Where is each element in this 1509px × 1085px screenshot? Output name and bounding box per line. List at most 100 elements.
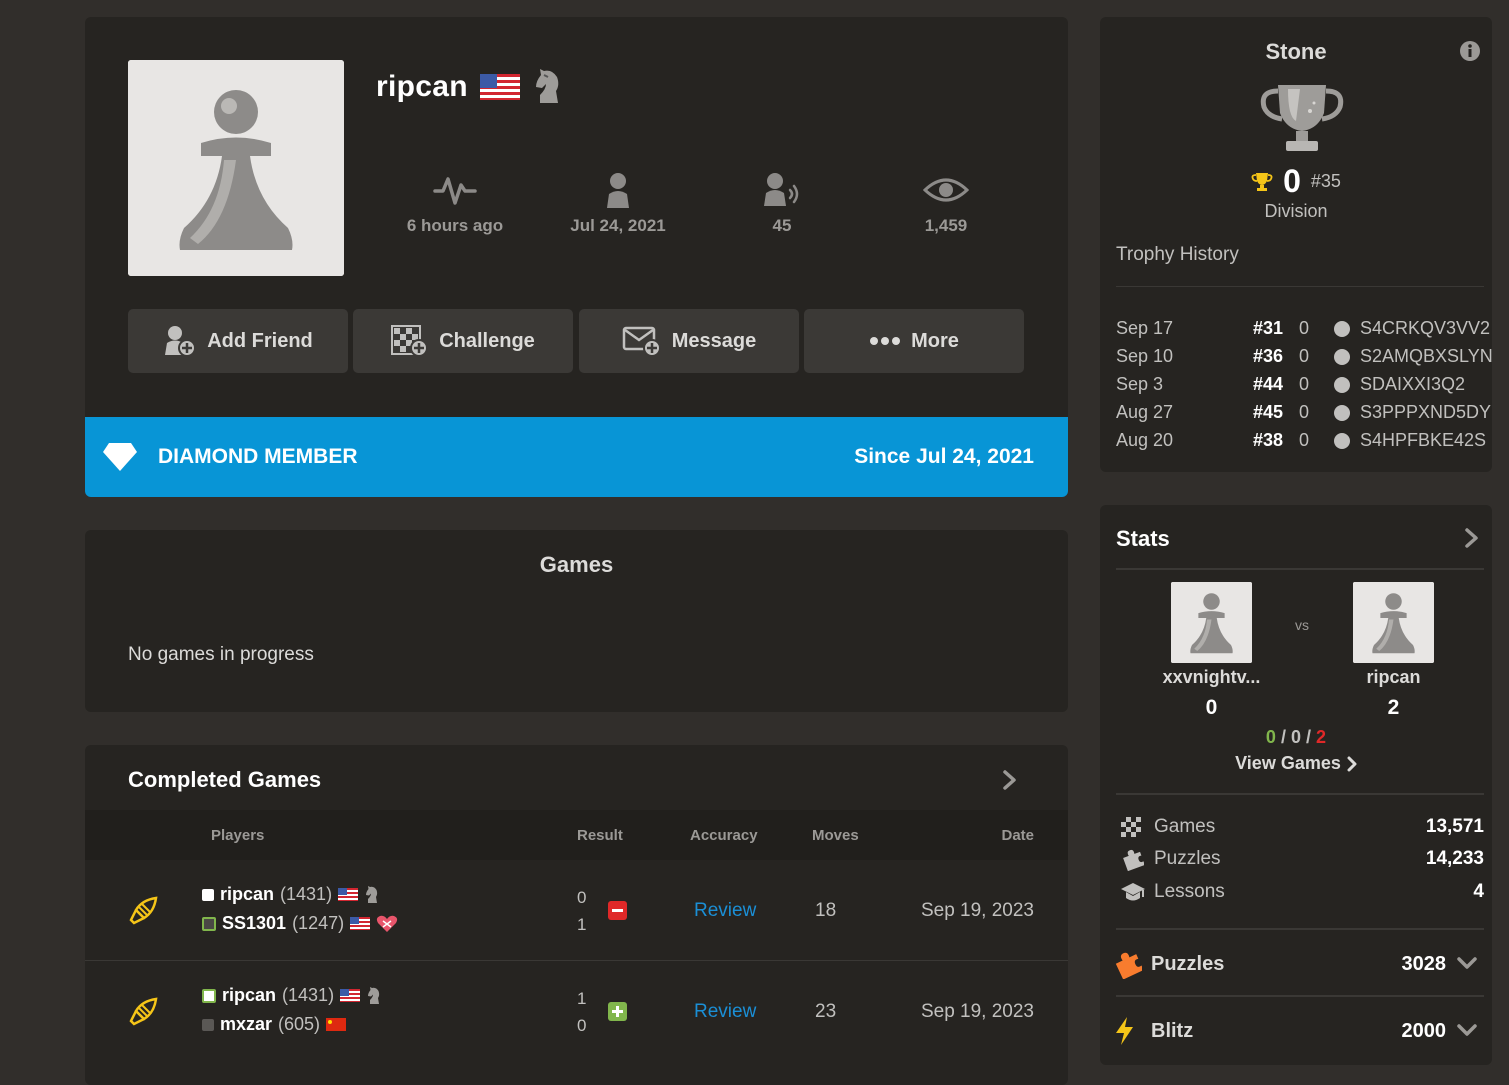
lessons-icon [1120, 881, 1148, 903]
history-rank: #44 [1253, 374, 1284, 394]
chevron-right-icon[interactable] [1002, 769, 1018, 791]
blitz-icon [1112, 1016, 1142, 1046]
activity-icon [385, 172, 525, 208]
add-friend-button[interactable]: Add Friend [128, 309, 348, 373]
opponent-name[interactable]: xxvnightv... [1141, 667, 1282, 688]
vs-label: vs [1295, 617, 1309, 633]
stats-title[interactable]: Stats [1116, 526, 1170, 552]
h2h-record: 0 / 0 / 2 [1100, 727, 1492, 748]
trophy-icon [1251, 172, 1273, 192]
info-icon[interactable] [1460, 41, 1480, 61]
rating-row-puzzles[interactable]: Puzzles 3028 [1112, 946, 1484, 982]
membership-since: Since Jul 24, 2021 [854, 445, 1034, 468]
stone-trophy-icon [1258, 81, 1346, 155]
player-name[interactable]: SS1301 [222, 913, 286, 934]
table-row[interactable]: ripcan (1431) SS1301 (1247) 0 1 Review 1… [85, 860, 1068, 961]
chevron-down-icon[interactable] [1456, 1023, 1478, 1037]
player-name[interactable]: ripcan [222, 985, 276, 1006]
league-panel: Stone 0 #35 Division Trophy History Sep … [1100, 17, 1493, 472]
stat-value: 13,571 [1425, 816, 1484, 837]
stat-value: 1,459 [924, 216, 968, 235]
h2h-losses: 2 [1316, 727, 1327, 747]
us-flag-icon [350, 917, 371, 930]
black-player[interactable]: SS1301 (1247) [202, 913, 398, 934]
us-flag-icon [338, 888, 359, 901]
player-rating: (1431) [280, 884, 333, 904]
black-piece-icon [202, 1018, 214, 1031]
challenge-button[interactable]: Challenge [353, 309, 573, 373]
review-link[interactable]: Review [694, 1001, 756, 1023]
profile-avatar[interactable] [128, 60, 344, 276]
history-row[interactable]: Aug 20 #38 0 S4HPFBKE42S [1116, 430, 1486, 458]
joined-icon [548, 172, 688, 208]
games-panel: Games No games in progress [85, 530, 1068, 712]
player-avatar[interactable] [1353, 582, 1434, 663]
rating-label: Puzzles [1151, 952, 1225, 975]
china-flag-icon [326, 1018, 347, 1031]
games-title: Games [539, 552, 614, 577]
history-row[interactable]: Aug 27 #45 0 S3PPPXND5DY [1116, 402, 1491, 430]
history-rank: #38 [1253, 430, 1284, 450]
history-trophies: 0 [1299, 430, 1310, 450]
stone-icon [1334, 377, 1350, 393]
knight-badge-icon[interactable] [532, 67, 564, 107]
review-link[interactable]: Review [694, 900, 756, 922]
score-bottom: 0 [577, 1016, 587, 1035]
completed-games-title[interactable]: Completed Games [128, 767, 321, 793]
history-date: Sep 17 [1116, 318, 1174, 338]
table-row[interactable]: ripcan (1431) mxzar (605) 1 0 Review 23 … [85, 961, 1068, 1062]
message-label: Message [671, 329, 757, 352]
header-result: Result [577, 827, 623, 844]
h2h-separator: / [1306, 727, 1312, 747]
history-trophies: 0 [1299, 318, 1310, 338]
header-accuracy: Accuracy [690, 827, 758, 844]
history-row[interactable]: Sep 10 #36 0 S2AMQBXSLYN [1116, 346, 1493, 374]
opponent-avatar[interactable] [1171, 582, 1252, 663]
history-code: S4HPFBKE42S [1360, 430, 1487, 450]
white-player[interactable]: ripcan (1431) [202, 985, 382, 1006]
stat-value: 6 hours ago [406, 216, 504, 235]
header-moves: Moves [812, 827, 859, 844]
stat-row-games[interactable]: Games 13,571 [1120, 812, 1484, 842]
profile-username[interactable]: ripcan [376, 70, 468, 104]
stone-icon [1334, 321, 1350, 337]
league-rank: #35 [1310, 171, 1341, 191]
stone-icon [1334, 349, 1350, 365]
chevron-right-icon[interactable] [1464, 527, 1480, 549]
black-player[interactable]: mxzar (605) [202, 1014, 347, 1035]
stat-joined: Jul 24, 2021 [548, 172, 688, 236]
stat-value: 4 [1473, 881, 1484, 902]
player-score: 2 [1387, 696, 1400, 719]
diamond-icon [102, 442, 138, 472]
player-name[interactable]: ripcan [220, 884, 274, 905]
player-name[interactable]: mxzar [220, 1014, 272, 1035]
player-name[interactable]: ripcan [1323, 667, 1464, 688]
history-row[interactable]: Sep 3 #44 0 SDAIXXI3Q2 [1116, 374, 1486, 402]
history-rank: #45 [1253, 402, 1284, 422]
more-button[interactable]: More [804, 309, 1024, 373]
completed-games-panel: Completed Games Players Result Accuracy … [85, 745, 1068, 1085]
stat-row-lessons[interactable]: Lessons 4 [1120, 877, 1484, 907]
header-players: Players [211, 827, 265, 844]
history-date: Aug 20 [1116, 430, 1174, 450]
league-score: 0 #35 [1100, 163, 1492, 200]
rapid-icon [128, 997, 158, 1027]
stat-label: Puzzles [1154, 848, 1221, 869]
chevron-down-icon[interactable] [1456, 956, 1478, 970]
heart-badge-icon [376, 915, 398, 933]
message-button[interactable]: Message [579, 309, 799, 373]
membership-banner[interactable]: DIAMOND MEMBER Since Jul 24, 2021 [85, 417, 1068, 497]
stat-views: 1,459 [876, 172, 1016, 236]
stat-row-puzzles[interactable]: Puzzles 14,233 [1120, 844, 1484, 874]
challenge-label: Challenge [439, 329, 535, 352]
history-row[interactable]: Sep 17 #31 0 S4CRKQV3VV2 [1116, 318, 1490, 346]
white-player[interactable]: ripcan (1431) [202, 884, 380, 905]
opponent-score: 0 [1205, 696, 1218, 719]
history-code: S3PPPXND5DY [1360, 402, 1492, 422]
view-games-link[interactable]: View Games [1100, 753, 1492, 774]
trophy-history-label: Trophy History [1116, 244, 1239, 265]
rating-row-blitz[interactable]: Blitz 2000 [1112, 1013, 1484, 1049]
division-label: Division [1264, 201, 1328, 221]
chevron-right-icon [1347, 756, 1357, 772]
more-icon [869, 336, 901, 346]
